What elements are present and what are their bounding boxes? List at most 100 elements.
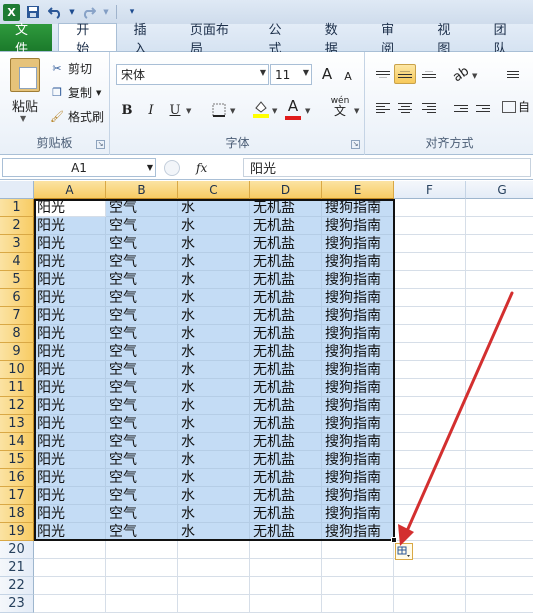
- cell-c18[interactable]: 水: [178, 505, 250, 523]
- cell-c15[interactable]: 水: [178, 451, 250, 469]
- cut-button[interactable]: ✂ 剪切: [50, 60, 92, 77]
- cell-b12[interactable]: 空气: [106, 397, 178, 415]
- cell-a8[interactable]: 阳光: [34, 325, 106, 343]
- cell-f21[interactable]: [394, 559, 466, 577]
- autofill-options-icon[interactable]: [395, 543, 413, 560]
- cell-g15[interactable]: [466, 451, 533, 469]
- cell-e9[interactable]: 搜狗指南: [322, 343, 394, 361]
- column-header-b[interactable]: B: [106, 181, 178, 199]
- font-size-dropdown-icon[interactable]: ▼: [303, 68, 309, 77]
- cell-e13[interactable]: 搜狗指南: [322, 415, 394, 433]
- insert-function-button[interactable]: fx: [196, 161, 207, 175]
- cell-g19[interactable]: [466, 523, 533, 541]
- cell-b7[interactable]: 空气: [106, 307, 178, 325]
- row-header-9[interactable]: 9: [0, 343, 34, 361]
- cell-c4[interactable]: 水: [178, 253, 250, 271]
- cell-c10[interactable]: 水: [178, 361, 250, 379]
- cell-b11[interactable]: 空气: [106, 379, 178, 397]
- cell-e19[interactable]: 搜狗指南: [322, 523, 394, 541]
- cell-g4[interactable]: [466, 253, 533, 271]
- tab-formulas[interactable]: 公式: [251, 23, 307, 57]
- cell-f17[interactable]: [394, 487, 466, 505]
- paste-dropdown-icon[interactable]: ▼: [20, 114, 26, 123]
- cell-a14[interactable]: 阳光: [34, 433, 106, 451]
- cell-a17[interactable]: 阳光: [34, 487, 106, 505]
- cell-a22[interactable]: [34, 577, 106, 595]
- orientation-icon[interactable]: ab: [450, 63, 472, 85]
- align-top-icon[interactable]: [372, 64, 394, 84]
- cell-c1[interactable]: 水: [178, 199, 250, 217]
- decrease-indent-icon[interactable]: [450, 98, 472, 118]
- cell-a1[interactable]: 阳光: [34, 199, 106, 217]
- cell-c21[interactable]: [178, 559, 250, 577]
- formula-input[interactable]: 阳光: [243, 158, 531, 177]
- cell-g23[interactable]: [466, 595, 533, 613]
- cell-e5[interactable]: 搜狗指南: [322, 271, 394, 289]
- cell-c12[interactable]: 水: [178, 397, 250, 415]
- row-header-7[interactable]: 7: [0, 307, 34, 325]
- row-header-14[interactable]: 14: [0, 433, 34, 451]
- cell-d9[interactable]: 无机盐: [250, 343, 322, 361]
- cell-b19[interactable]: 空气: [106, 523, 178, 541]
- cell-e20[interactable]: [322, 541, 394, 559]
- cell-f22[interactable]: [394, 577, 466, 595]
- cell-e16[interactable]: 搜狗指南: [322, 469, 394, 487]
- cell-c14[interactable]: 水: [178, 433, 250, 451]
- cell-c23[interactable]: [178, 595, 250, 613]
- cell-b15[interactable]: 空气: [106, 451, 178, 469]
- column-header-e[interactable]: E: [322, 181, 394, 199]
- cell-b1[interactable]: 空气: [106, 199, 178, 217]
- cell-a10[interactable]: 阳光: [34, 361, 106, 379]
- fill-color-dropdown-icon[interactable]: ▼: [272, 107, 277, 115]
- cell-b13[interactable]: 空气: [106, 415, 178, 433]
- cell-b6[interactable]: 空气: [106, 289, 178, 307]
- cell-e14[interactable]: 搜狗指南: [322, 433, 394, 451]
- cell-d14[interactable]: 无机盐: [250, 433, 322, 451]
- cell-a18[interactable]: 阳光: [34, 505, 106, 523]
- row-header-10[interactable]: 10: [0, 361, 34, 379]
- tab-data[interactable]: 数据: [308, 23, 364, 57]
- row-header-6[interactable]: 6: [0, 289, 34, 307]
- cell-g21[interactable]: [466, 559, 533, 577]
- increase-indent-icon[interactable]: [472, 98, 494, 118]
- cell-a5[interactable]: 阳光: [34, 271, 106, 289]
- cell-b10[interactable]: 空气: [106, 361, 178, 379]
- cell-d19[interactable]: 无机盐: [250, 523, 322, 541]
- cell-f11[interactable]: [394, 379, 466, 397]
- cell-g17[interactable]: [466, 487, 533, 505]
- cell-g6[interactable]: [466, 289, 533, 307]
- cell-e15[interactable]: 搜狗指南: [322, 451, 394, 469]
- cell-a6[interactable]: 阳光: [34, 289, 106, 307]
- row-header-17[interactable]: 17: [0, 487, 34, 505]
- cell-a9[interactable]: 阳光: [34, 343, 106, 361]
- cell-b17[interactable]: 空气: [106, 487, 178, 505]
- cell-d4[interactable]: 无机盐: [250, 253, 322, 271]
- cell-c20[interactable]: [178, 541, 250, 559]
- cell-d3[interactable]: 无机盐: [250, 235, 322, 253]
- row-header-21[interactable]: 21: [0, 559, 34, 577]
- column-header-c[interactable]: C: [178, 181, 250, 199]
- cell-d11[interactable]: 无机盐: [250, 379, 322, 397]
- undo-icon[interactable]: [46, 3, 64, 21]
- cell-d2[interactable]: 无机盐: [250, 217, 322, 235]
- cell-g5[interactable]: [466, 271, 533, 289]
- cell-f18[interactable]: [394, 505, 466, 523]
- tab-insert[interactable]: 插入: [117, 23, 173, 57]
- cell-b16[interactable]: 空气: [106, 469, 178, 487]
- cell-d5[interactable]: 无机盐: [250, 271, 322, 289]
- column-header-f[interactable]: F: [394, 181, 466, 199]
- cell-b2[interactable]: 空气: [106, 217, 178, 235]
- row-header-15[interactable]: 15: [0, 451, 34, 469]
- border-icon[interactable]: [209, 100, 229, 120]
- cell-d13[interactable]: 无机盐: [250, 415, 322, 433]
- cell-b14[interactable]: 空气: [106, 433, 178, 451]
- italic-button[interactable]: I: [141, 100, 161, 120]
- cell-c19[interactable]: 水: [178, 523, 250, 541]
- cell-f9[interactable]: [394, 343, 466, 361]
- shrink-font-button[interactable]: A: [338, 66, 358, 86]
- cell-d8[interactable]: 无机盐: [250, 325, 322, 343]
- undo-dropdown-icon[interactable]: ▼: [68, 3, 76, 21]
- cell-e18[interactable]: 搜狗指南: [322, 505, 394, 523]
- row-header-4[interactable]: 4: [0, 253, 34, 271]
- cell-b9[interactable]: 空气: [106, 343, 178, 361]
